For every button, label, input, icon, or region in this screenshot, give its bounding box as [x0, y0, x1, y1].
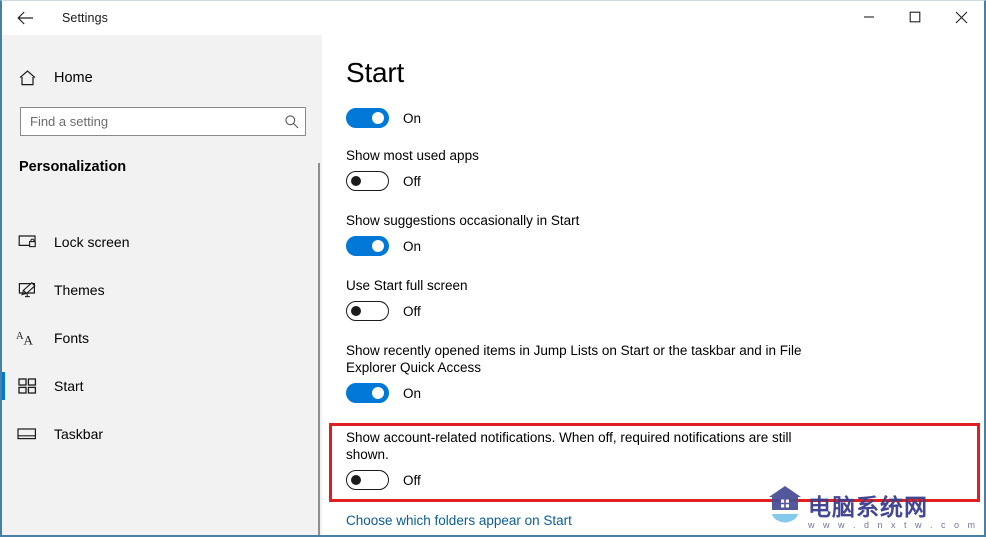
toggle-switch[interactable]: [346, 171, 389, 191]
maximize-icon: [909, 11, 921, 23]
window-controls: [846, 1, 984, 33]
taskbar-icon: [8, 427, 46, 441]
setting-show-recently-opened-items: Show recently opened items in Jump Lists…: [346, 342, 806, 403]
sidebar-home-label: Home: [54, 70, 93, 86]
toggle-row[interactable]: Off: [346, 171, 479, 191]
sidebar-item-fonts[interactable]: A A Fonts: [2, 314, 322, 362]
sidebar-item-label: Start: [54, 378, 84, 394]
setting-account-related-notifications: Show account-related notifications. When…: [346, 429, 806, 490]
setting-label: Use Start full screen: [346, 278, 468, 293]
page-title: Start: [346, 57, 405, 88]
selection-indicator: [2, 324, 5, 352]
search-input[interactable]: [21, 108, 277, 135]
window-title: Settings: [62, 11, 108, 25]
setting-start-master: On: [346, 108, 421, 128]
setting-show-most-used-apps: Show most used apps Off: [346, 147, 479, 191]
svg-text:A: A: [24, 333, 34, 348]
toggle-row[interactable]: Off: [346, 470, 806, 490]
toggle-state-label: On: [403, 385, 422, 401]
back-button[interactable]: [2, 2, 48, 34]
search-box[interactable]: [20, 107, 306, 136]
toggle-row[interactable]: On: [346, 383, 806, 403]
toggle-state-label: On: [403, 238, 422, 254]
main-content: Start On Show most used apps Off Show su…: [324, 35, 984, 535]
settings-window: Settings Home Find a setting Personaliza…: [0, 0, 986, 537]
close-button[interactable]: [938, 1, 984, 33]
sidebar-item-label: Fonts: [54, 330, 90, 346]
sidebar-item-taskbar[interactable]: Taskbar: [2, 410, 322, 458]
toggle-state-label: Off: [403, 303, 421, 319]
themes-brush-icon: [8, 281, 46, 299]
sidebar-item-label: Lock screen: [54, 234, 130, 250]
setting-label: Show recently opened items in Jump Lists…: [346, 343, 802, 375]
fonts-aa-icon: A A: [8, 329, 46, 347]
toggle-state-label: Off: [403, 472, 421, 488]
sidebar-item-home[interactable]: Home: [2, 61, 322, 95]
toggle-row[interactable]: On: [346, 108, 421, 128]
setting-label: Show suggestions occasionally in Start: [346, 213, 580, 228]
setting-label: Show most used apps: [346, 148, 479, 163]
setting-label: Show account-related notifications. When…: [346, 430, 792, 462]
selection-indicator: [2, 228, 5, 256]
minimize-icon: [863, 11, 875, 23]
sidebar-item-themes[interactable]: Themes: [2, 266, 322, 314]
selection-indicator: [2, 276, 5, 304]
toggle-switch[interactable]: [346, 470, 389, 490]
back-arrow-icon: [16, 11, 34, 25]
sidebar-item-start[interactable]: Start: [2, 362, 322, 410]
sidebar-item-label: Themes: [54, 282, 105, 298]
sidebar-scrollbar[interactable]: [318, 163, 320, 535]
toggle-switch[interactable]: [346, 236, 389, 256]
sidebar-item-lock-screen[interactable]: Lock screen: [2, 218, 322, 266]
close-icon: [955, 11, 968, 24]
toggle-row[interactable]: Off: [346, 301, 468, 321]
sidebar-nav-list: Lock screen Themes A A Fonts Start Taskb…: [2, 218, 322, 458]
setting-use-start-full-screen: Use Start full screen Off: [346, 277, 468, 321]
toggle-switch[interactable]: [346, 301, 389, 321]
start-tiles-icon: [8, 378, 46, 394]
toggle-state-label: On: [403, 110, 422, 126]
toggle-state-label: Off: [403, 173, 421, 189]
toggle-row[interactable]: On: [346, 236, 579, 256]
choose-folders-link[interactable]: Choose which folders appear on Start: [346, 513, 572, 528]
sidebar-item-label: Taskbar: [54, 426, 104, 442]
lock-screen-icon: [8, 234, 46, 251]
minimize-button[interactable]: [846, 1, 892, 33]
home-icon: [8, 69, 46, 87]
selection-indicator: [2, 420, 5, 448]
toggle-switch[interactable]: [346, 108, 389, 128]
sidebar-category-title: Personalization: [19, 159, 127, 175]
title-bar: Settings: [2, 1, 984, 35]
search-icon[interactable]: [277, 108, 305, 135]
toggle-switch[interactable]: [346, 383, 389, 403]
selection-indicator: [2, 372, 5, 400]
sidebar: Home Personalization: [2, 35, 322, 535]
setting-show-suggestions: Show suggestions occasionally in Start O…: [346, 212, 579, 256]
maximize-button[interactable]: [892, 1, 938, 33]
